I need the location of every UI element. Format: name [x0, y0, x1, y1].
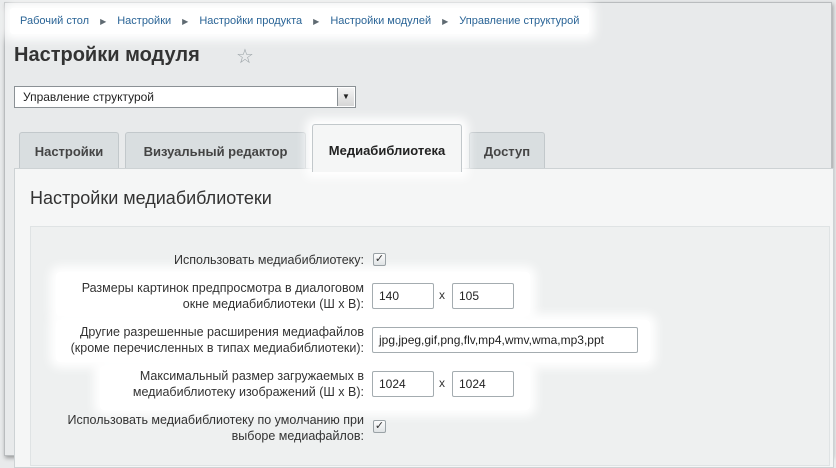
tab-medialib[interactable]: Медиабиблиотека: [312, 124, 462, 172]
breadcrumb-link-settings[interactable]: Настройки: [117, 15, 171, 27]
max-height-input[interactable]: 1024: [452, 371, 514, 397]
max-width-input[interactable]: 1024: [372, 371, 434, 397]
extensions-input[interactable]: jpg,jpeg,gif,png,flv,mp4,wmv,wma,mp3,ppt: [372, 327, 638, 353]
thumb-size-label-line2: окне медиабиблиотеки (Ш x В):: [182, 297, 364, 311]
extensions-label-line2: (кроме перечисленных в типах медиабиблио…: [70, 341, 364, 355]
check-icon: ✓: [374, 253, 385, 265]
breadcrumb-link-product-settings[interactable]: Настройки продукта: [199, 15, 302, 27]
size-separator: x: [439, 288, 445, 302]
check-icon: ✓: [374, 420, 385, 432]
chevron-right-icon: ▶: [442, 16, 449, 26]
breadcrumb-link-module-settings[interactable]: Настройки модулей: [330, 15, 431, 27]
breadcrumb: Рабочий стол ▶ Настройки ▶ Настройки про…: [10, 8, 590, 34]
use-medialib-checkbox[interactable]: ✓: [373, 253, 386, 266]
thumb-height-input[interactable]: 105: [452, 283, 514, 309]
extensions-label-line1: Другие разрешенные расширения медиафайло…: [79, 325, 364, 339]
thumb-size-label-line1: Размеры картинок предпросмотра в диалого…: [81, 281, 364, 295]
chevron-down-icon: ▼: [337, 88, 354, 106]
thumb-width-input[interactable]: 140: [372, 283, 434, 309]
page-title: Настройки модуля: [14, 44, 200, 66]
default-medialib-label: Использовать медиабиблиотеку по умолчани…: [40, 412, 364, 444]
extensions-label: Другие разрешенные расширения медиафайло…: [40, 324, 364, 356]
section-title: Настройки медиабиблиотеки: [30, 188, 272, 208]
default-medialib-label-line2: выборе медиафайлов:: [231, 429, 364, 443]
module-select-value: Управление структурой: [23, 90, 155, 104]
thumb-size-label: Размеры картинок предпросмотра в диалого…: [40, 280, 364, 312]
tab-access[interactable]: Доступ: [469, 132, 545, 168]
chevron-right-icon: ▶: [313, 16, 320, 26]
tab-settings[interactable]: Настройки: [19, 132, 119, 168]
chevron-right-icon: ▶: [100, 16, 107, 26]
breadcrumb-link-desktop[interactable]: Рабочий стол: [20, 15, 89, 27]
chevron-right-icon: ▶: [182, 16, 189, 26]
use-medialib-label: Использовать медиабиблиотеку:: [174, 253, 364, 267]
tab-visual-editor[interactable]: Визуальный редактор: [125, 132, 306, 168]
default-medialib-checkbox[interactable]: ✓: [373, 420, 386, 433]
default-medialib-label-line1: Использовать медиабиблиотеку по умолчани…: [67, 413, 364, 427]
max-size-label-line2: медиабиблиотеку изображений (Ш x В):: [132, 385, 364, 399]
module-select[interactable]: Управление структурой ▼: [14, 86, 356, 108]
breadcrumb-link-structure[interactable]: Управление структурой: [459, 15, 579, 27]
max-size-label: Максимальный размер загружаемых в медиаб…: [40, 368, 364, 400]
size-separator: x: [439, 376, 445, 390]
max-size-label-line1: Максимальный размер загружаемых в: [139, 369, 364, 383]
star-icon[interactable]: ☆: [236, 44, 254, 69]
